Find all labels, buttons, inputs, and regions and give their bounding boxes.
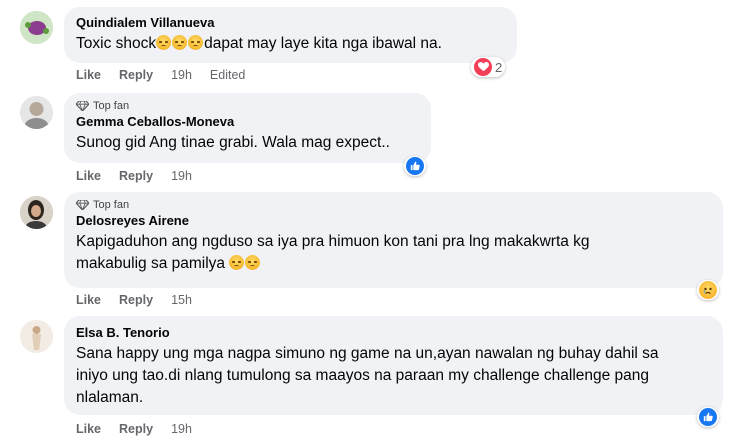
avatar[interactable] xyxy=(20,320,53,353)
comment-text-line: makabulig sa pamilya xyxy=(76,255,226,272)
avatar-image xyxy=(20,196,53,229)
reaction-count-badge[interactable]: 2 xyxy=(471,57,506,77)
comment-text: Toxic shock dapat may laye kita nga ibawa… xyxy=(76,33,505,55)
comment-text: Kapigaduhon ang ngduso sa iya pra himuon… xyxy=(76,231,711,275)
comment-actions: Like Reply 19h xyxy=(76,169,192,183)
comment-text: Sunog gid Ang tinae grabi. Wala mag expe… xyxy=(76,134,390,151)
reaction-badge[interactable] xyxy=(697,407,719,427)
top-fan-label: Top fan xyxy=(93,100,130,112)
diamond-icon xyxy=(76,101,89,111)
comment-actions: Like Reply 15h xyxy=(76,293,192,307)
like-reaction-icon xyxy=(406,157,424,175)
sad-emoji-icon xyxy=(156,35,172,50)
like-button[interactable]: Like xyxy=(76,422,101,436)
comment-text-line: nlalaman. xyxy=(76,389,144,406)
comment-author[interactable]: Elsa B. Tenorio xyxy=(76,324,711,341)
comment-text-line: iniyo ung tao.di nlang tumulong sa maayo… xyxy=(76,367,650,384)
avatar[interactable] xyxy=(20,11,53,44)
comment-bubble: Elsa B. Tenorio Sana happy ung mga nagpa… xyxy=(64,316,723,415)
avatar-image xyxy=(20,96,53,129)
reaction-badge[interactable] xyxy=(404,156,426,176)
comment-author[interactable]: Quindialem Villanueva xyxy=(76,14,505,31)
comment-text: Sana happy ung mga nagpa simuno ng game … xyxy=(76,343,711,409)
sad-emoji-icon xyxy=(172,35,188,50)
sad-reaction-icon xyxy=(699,281,717,299)
diamond-icon xyxy=(76,200,89,210)
comment-time[interactable]: 19h xyxy=(171,68,192,82)
comment-text-line: Kapigaduhon ang ngduso sa iya pra himuon… xyxy=(76,233,590,250)
comment-author[interactable]: Delosreyes Airene xyxy=(76,212,711,229)
comment-text-line-wrap: makabulig sa pamilya xyxy=(76,253,711,275)
like-button[interactable]: Like xyxy=(76,293,101,307)
top-fan-badge: Top fan xyxy=(76,99,419,113)
comment-text-part: Toxic shock xyxy=(76,35,157,52)
reply-button[interactable]: Reply xyxy=(119,68,153,82)
comment-actions: Like Reply 19h Edited xyxy=(76,68,245,82)
avatar-image xyxy=(20,11,53,44)
edited-label: Edited xyxy=(209,68,246,82)
comment-actions: Like Reply 19h xyxy=(76,422,192,436)
reply-button[interactable]: Reply xyxy=(119,293,153,307)
like-reaction-icon xyxy=(699,408,717,426)
reply-button[interactable]: Reply xyxy=(119,169,153,183)
reply-button[interactable]: Reply xyxy=(119,422,153,436)
avatar[interactable] xyxy=(20,196,53,229)
reaction-badge[interactable] xyxy=(697,280,719,300)
comment-time[interactable]: 19h xyxy=(171,422,192,436)
comment-time[interactable]: 19h xyxy=(171,169,192,183)
avatar[interactable] xyxy=(20,96,53,129)
comment-bubble: Top fan Gemma Ceballos-Moneva Sunog gid … xyxy=(64,93,431,163)
comment-text-line: Sana happy ung mga nagpa simuno ng game … xyxy=(76,345,659,362)
comment-time[interactable]: 15h xyxy=(171,293,192,307)
reaction-count: 2 xyxy=(495,59,503,75)
sad-emoji-icon xyxy=(229,255,245,270)
comment-bubble: Top fan Delosreyes Airene Kapigaduhon an… xyxy=(64,192,723,288)
comment-bubble: Quindialem Villanueva Toxic shock dapat m… xyxy=(64,7,517,63)
heart-reaction-icon xyxy=(474,58,492,76)
comment-text-part: dapat may laye kita nga ibawal na. xyxy=(204,35,442,52)
top-fan-label: Top fan xyxy=(93,199,130,211)
like-button[interactable]: Like xyxy=(76,68,101,82)
sad-emoji-icon xyxy=(245,255,261,270)
sad-emoji-icon xyxy=(188,35,204,50)
like-button[interactable]: Like xyxy=(76,169,101,183)
comment-author[interactable]: Gemma Ceballos-Moneva xyxy=(76,113,419,130)
top-fan-badge: Top fan xyxy=(76,198,711,212)
avatar-image xyxy=(20,320,53,353)
